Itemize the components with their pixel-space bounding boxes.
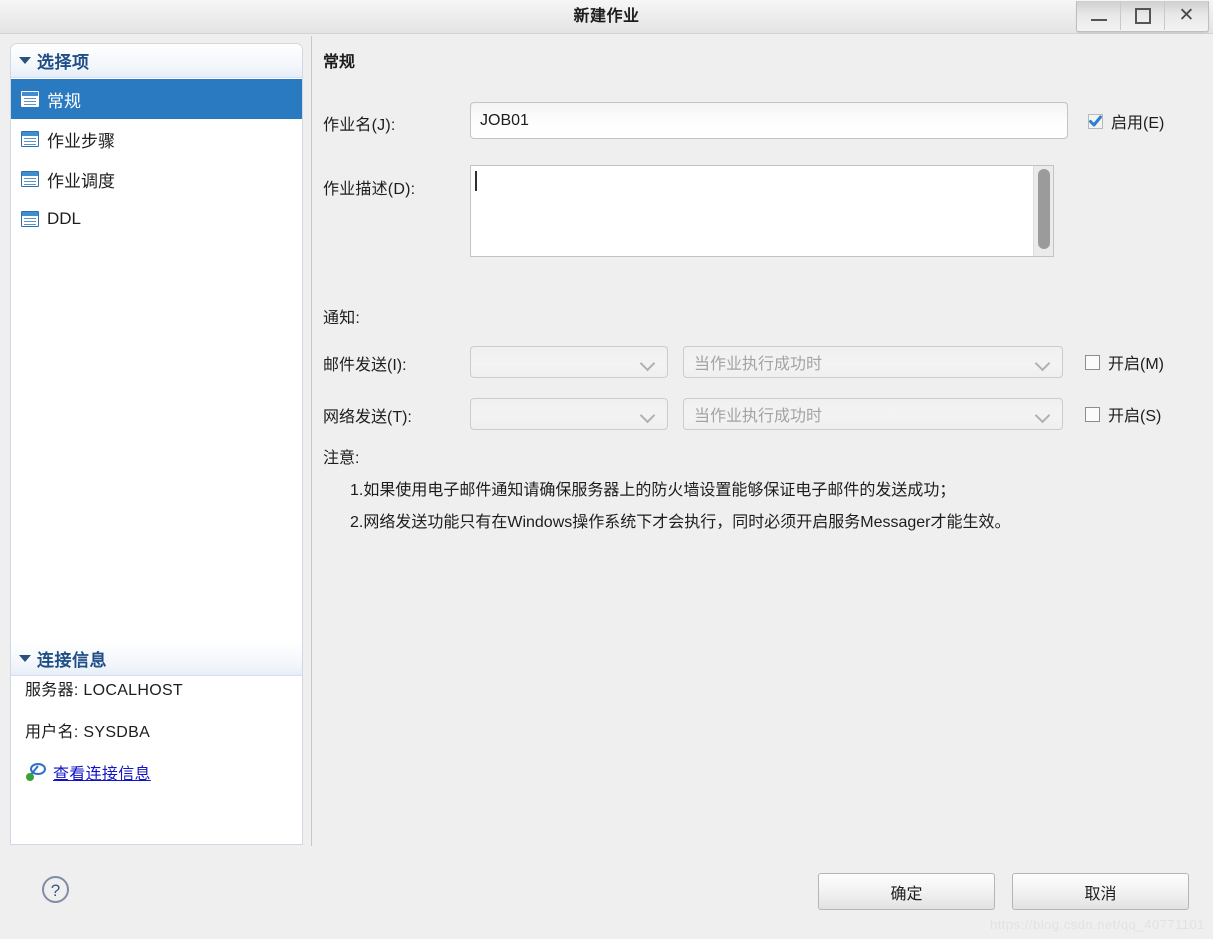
dialog-footer: ? 确定 取消 https://blog.csdn.net/qq_4077110… (0, 855, 1213, 939)
ok-button[interactable]: 确定 (818, 873, 995, 910)
chevron-down-icon (1034, 407, 1051, 424)
enable-checkbox-row[interactable]: 启用(E) (1088, 109, 1164, 133)
window-title-bar: 新建作业 ✕ (0, 0, 1213, 34)
notify-row-network: 网络发送(T): 当作业执行成功时 开启(S) (313, 398, 1213, 430)
job-name-label: 作业名(J): (323, 117, 396, 134)
enable-checkbox[interactable] (1088, 113, 1103, 129)
help-icon[interactable]: ? (42, 876, 69, 903)
list-form-icon (21, 211, 39, 227)
list-form-icon (21, 131, 39, 147)
maximize-button[interactable] (1121, 1, 1165, 30)
text-caret (475, 171, 477, 191)
job-name-input[interactable] (470, 102, 1068, 139)
selection-section-title: 选择项 (37, 53, 90, 72)
connection-section-title: 连接信息 (37, 651, 107, 670)
sidebar: 选择项 常规 作业步骤 作业调度 DDL 连接信息 服务器: LOCALHOST… (10, 43, 303, 845)
sidebar-item-label: 常规 (47, 91, 81, 111)
notify-row-mail: 邮件发送(I): 当作业执行成功时 开启(M) (313, 346, 1213, 378)
page-title: 常规 (323, 54, 356, 71)
sidebar-divider (311, 36, 312, 846)
cancel-button[interactable]: 取消 (1012, 873, 1189, 910)
mail-send-label: 邮件发送(I): (323, 357, 407, 374)
mail-enable-checkbox-row[interactable]: 开启(M) (1085, 350, 1164, 374)
network-send-label: 网络发送(T): (323, 409, 412, 426)
scrollbar-thumb[interactable] (1038, 169, 1050, 249)
server-line: 服务器: LOCALHOST (25, 682, 184, 699)
view-connection-info-row[interactable]: 查看连接信息 (25, 760, 302, 784)
minimize-button[interactable] (1077, 1, 1121, 30)
watermark: https://blog.csdn.net/qq_40771101 (989, 917, 1205, 932)
note-line: 1.如果使用电子邮件通知请确保服务器上的防火墙设置能够保证电子邮件的发送成功； (350, 482, 956, 499)
network-enable-checkbox-row[interactable]: 开启(S) (1085, 402, 1161, 426)
sidebar-item-label: DDL (47, 209, 82, 228)
network-condition-select[interactable]: 当作业执行成功时 (683, 398, 1063, 430)
main-panel: 常规 作业名(J): 启用(E) 作业描述(D): 通知: 邮件发送(I): 当… (313, 36, 1213, 846)
connection-icon (25, 763, 47, 781)
sidebar-item-ddl[interactable]: DDL (11, 199, 302, 239)
minimize-icon (1090, 18, 1107, 21)
sidebar-item-label: 作业调度 (47, 171, 115, 191)
chevron-down-icon (19, 57, 31, 64)
username-line: 用户名: SYSDBA (25, 724, 151, 741)
chevron-down-icon (639, 355, 656, 372)
sidebar-item-general[interactable]: 常规 (11, 79, 302, 119)
view-connection-info-link[interactable]: 查看连接信息 (53, 760, 151, 784)
chevron-down-icon (639, 407, 656, 424)
notify-section-label: 通知: (323, 310, 361, 327)
selection-section-header[interactable]: 选择项 (11, 44, 302, 78)
notes-title: 注意: (323, 450, 360, 467)
network-condition-value: 当作业执行成功时 (694, 408, 823, 425)
close-button[interactable]: ✕ (1165, 1, 1208, 30)
mail-enable-checkbox[interactable] (1085, 354, 1100, 370)
mail-condition-value: 当作业执行成功时 (694, 356, 823, 373)
job-description-textarea[interactable] (470, 165, 1054, 257)
mail-condition-select[interactable]: 当作业执行成功时 (683, 346, 1063, 378)
sidebar-item-job-schedule[interactable]: 作业调度 (11, 159, 302, 199)
sidebar-item-job-steps[interactable]: 作业步骤 (11, 119, 302, 159)
notes-section: 注意: 1.如果使用电子邮件通知请确保服务器上的防火墙设置能够保证电子邮件的发送… (323, 444, 1213, 532)
sidebar-nav-list: 常规 作业步骤 作业调度 DDL (11, 79, 302, 239)
network-enable-checkbox[interactable] (1085, 406, 1100, 422)
connection-section-header[interactable]: 连接信息 (11, 642, 302, 676)
maximize-icon (1134, 7, 1151, 24)
close-icon: ✕ (1178, 5, 1195, 26)
window-controls: ✕ (1076, 1, 1209, 32)
textarea-scrollbar[interactable] (1033, 166, 1053, 256)
chevron-down-icon (19, 655, 31, 662)
list-form-icon (21, 171, 39, 187)
network-enable-checkbox-label: 开启(S) (1108, 408, 1162, 425)
note-line: 2.网络发送功能只有在Windows操作系统下才会执行，同时必须开启服务Mess… (350, 514, 1011, 531)
enable-checkbox-label: 启用(E) (1111, 115, 1165, 132)
sidebar-item-label: 作业步骤 (47, 131, 115, 151)
network-recipient-select[interactable] (470, 398, 668, 430)
connection-info-body: 服务器: LOCALHOST 用户名: SYSDBA 查看连接信息 (11, 676, 302, 784)
list-form-icon (21, 91, 39, 107)
window-title: 新建作业 (573, 8, 640, 25)
job-desc-label: 作业描述(D): (323, 181, 416, 198)
mail-recipient-select[interactable] (470, 346, 668, 378)
mail-enable-checkbox-label: 开启(M) (1108, 356, 1164, 373)
chevron-down-icon (1034, 355, 1051, 372)
